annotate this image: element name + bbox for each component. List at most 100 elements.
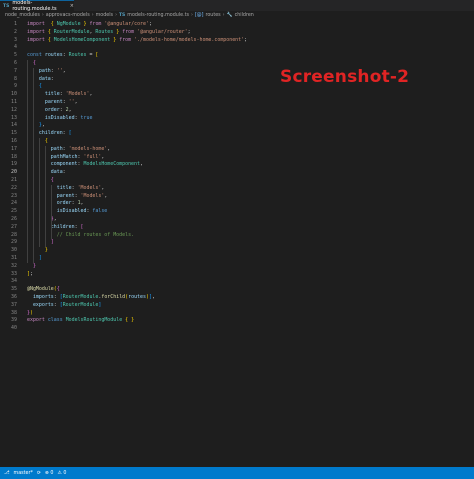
line-number: 5 bbox=[14, 52, 17, 59]
code-text: }) bbox=[27, 309, 33, 316]
line-number: 33 bbox=[11, 270, 17, 277]
breadcrumb-node-modules[interactable]: node_modules bbox=[5, 13, 40, 18]
close-icon[interactable]: × bbox=[70, 3, 74, 9]
code-line[interactable]: 5 const routes: Routes = [ bbox=[0, 52, 474, 60]
code-editor[interactable]: 1 import { NgModule } from '@angular/core… bbox=[0, 21, 474, 466]
code-line[interactable]: 2 import { RouterModule, Routes } from '@… bbox=[0, 29, 474, 37]
code-line[interactable]: 30 } bbox=[0, 247, 474, 255]
code-line[interactable]: 12 order: 2, bbox=[0, 107, 474, 115]
line-number: 36 bbox=[11, 294, 17, 300]
line-number: 1 bbox=[14, 21, 17, 27]
line-number: 40 bbox=[11, 325, 17, 332]
code-line[interactable]: 40 bbox=[0, 325, 474, 333]
line-number: 14 bbox=[11, 122, 17, 129]
line-number: 25 bbox=[11, 208, 17, 215]
code-line[interactable]: 18 pathMatch: 'full', bbox=[0, 154, 474, 162]
breadcrumb-approvacs-models[interactable]: approvacs-models bbox=[46, 13, 90, 18]
line-number: 10 bbox=[11, 91, 17, 98]
code-line[interactable]: 16 { bbox=[0, 138, 474, 146]
code-line[interactable]: 23 parent: 'Models', bbox=[0, 193, 474, 201]
breadcrumb-models[interactable]: models bbox=[96, 13, 113, 18]
chevron-right-icon: › bbox=[191, 13, 193, 18]
warning-count[interactable]: ⚠ 0 bbox=[58, 471, 67, 476]
code-line[interactable]: 1 import { NgModule } from '@angular/core… bbox=[0, 21, 474, 29]
code-line[interactable]: 14 }, bbox=[0, 122, 474, 130]
code-line[interactable]: 32 } bbox=[0, 263, 474, 271]
line-number: 24 bbox=[11, 200, 17, 207]
sync-icon[interactable]: ⟳ bbox=[37, 471, 41, 476]
line-number: 19 bbox=[11, 161, 17, 168]
code-line[interactable]: 3 import { ModelsHomeComponent } from './… bbox=[0, 37, 474, 45]
code-line[interactable]: 17 path: 'models-home', bbox=[0, 146, 474, 154]
line-number: 31 bbox=[11, 255, 17, 261]
code-text: export class ModelsRoutingModule { } bbox=[27, 317, 135, 324]
code-text: @NgModule({ bbox=[27, 286, 60, 293]
code-line[interactable]: 35 @NgModule({ bbox=[0, 286, 474, 294]
code-line[interactable]: 33]; bbox=[0, 271, 474, 279]
git-branch-icon: ⎇ bbox=[4, 470, 10, 476]
code-line[interactable]: 22 title: 'Models', bbox=[0, 185, 474, 193]
line-number: 37 bbox=[11, 301, 17, 308]
code-line[interactable]: 25 isDisabled: false bbox=[0, 208, 474, 216]
code-text: } bbox=[44, 247, 48, 254]
line-number: 22 bbox=[11, 184, 17, 191]
typescript-file-icon: TS bbox=[118, 13, 126, 18]
line-number: 12 bbox=[11, 106, 17, 113]
code-line[interactable]: 38}) bbox=[0, 310, 474, 318]
code-text: imports: [RouterModule.forChild(routes)]… bbox=[32, 294, 155, 300]
indent-guide bbox=[39, 138, 40, 248]
breadcrumb-symbol-children[interactable]: children bbox=[235, 13, 254, 18]
line-number: 35 bbox=[11, 286, 17, 293]
git-branch[interactable]: master* bbox=[14, 471, 33, 476]
code-line[interactable]: 37 exports: [RouterModule] bbox=[0, 302, 474, 310]
line-number: 9 bbox=[14, 83, 17, 90]
code-text: }, bbox=[38, 122, 45, 129]
indent-guide bbox=[33, 67, 34, 263]
code-text: ]; bbox=[27, 270, 33, 277]
error-count[interactable]: ⊗ 0 bbox=[45, 471, 54, 476]
line-number: 29 bbox=[11, 239, 17, 246]
chevron-right-icon: › bbox=[41, 13, 44, 18]
code-line[interactable]: 34 bbox=[0, 278, 474, 286]
code-text: data: bbox=[38, 75, 54, 82]
code-line[interactable]: 36 imports: [RouterModule.forChild(route… bbox=[0, 294, 474, 302]
tab-models-routing[interactable]: TS models-routing.module.ts × bbox=[0, 0, 74, 12]
line-number: 30 bbox=[11, 247, 17, 254]
line-number: 20 bbox=[11, 169, 17, 176]
code-line[interactable]: 24 order: 1, bbox=[0, 200, 474, 208]
code-line[interactable]: 11 parent: '', bbox=[0, 99, 474, 107]
line-number: 2 bbox=[14, 28, 17, 35]
code-text: import { NgModule } from '@angular/core'… bbox=[27, 21, 152, 27]
code-text: { bbox=[32, 60, 36, 66]
line-number: 7 bbox=[14, 67, 17, 74]
code-line[interactable]: 29 ] bbox=[0, 239, 474, 247]
breadcrumb: node_modules › approvacs-models › models… bbox=[0, 11, 474, 20]
code-line[interactable]: 28 // Child routes of Models. bbox=[0, 232, 474, 240]
code-line[interactable]: 27 children: [ bbox=[0, 224, 474, 232]
code-line[interactable]: 13 isDisabled: true bbox=[0, 115, 474, 123]
status-bar: ⎇ master* ⟳ ⊗ 0 ⚠ 0 bbox=[0, 467, 474, 479]
variable-symbol-icon: [@] bbox=[194, 13, 204, 18]
chevron-right-icon: › bbox=[222, 13, 225, 18]
code-line[interactable]: 20 data: bbox=[0, 169, 474, 177]
code-text: { bbox=[50, 177, 54, 183]
line-number: 32 bbox=[11, 262, 17, 269]
line-number: 26 bbox=[11, 216, 17, 222]
line-number: 34 bbox=[11, 278, 17, 285]
code-line[interactable]: 21 { bbox=[0, 177, 474, 185]
code-line[interactable]: 4 bbox=[0, 44, 474, 52]
code-text: } bbox=[32, 262, 36, 269]
code-text: { bbox=[44, 138, 48, 144]
typescript-file-icon: TS bbox=[3, 3, 10, 9]
code-line[interactable]: 31 ] bbox=[0, 255, 474, 263]
code-line[interactable]: 10 title: 'Models', bbox=[0, 91, 474, 99]
breadcrumb-symbol-routes[interactable]: routes bbox=[205, 13, 220, 18]
code-line[interactable]: 15 children: [ bbox=[0, 130, 474, 138]
code-line[interactable]: 39 export class ModelsRoutingModule { } bbox=[0, 317, 474, 325]
line-number: 11 bbox=[11, 99, 17, 105]
code-line[interactable]: 26 }, bbox=[0, 216, 474, 224]
code-text: }, bbox=[50, 216, 57, 222]
code-line[interactable]: 19 component: ModelsHomeComponent, bbox=[0, 161, 474, 169]
line-number: 17 bbox=[11, 145, 17, 152]
breadcrumb-file[interactable]: models-routing.module.ts bbox=[127, 13, 189, 18]
